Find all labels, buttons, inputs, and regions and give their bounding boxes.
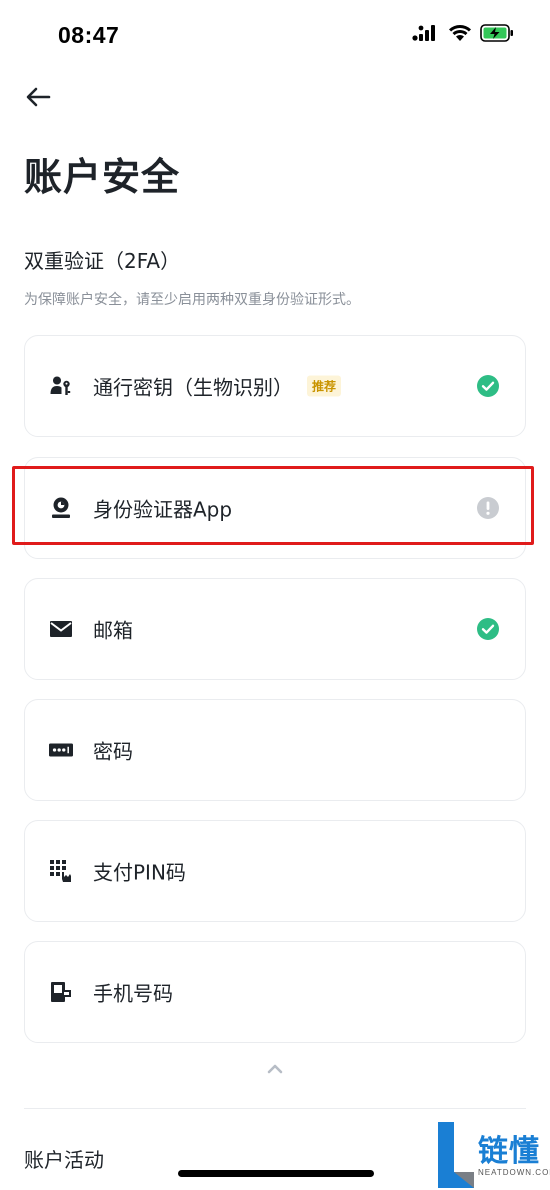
battery-charging-icon <box>480 24 513 42</box>
watermark-text: 链懂 <box>478 1134 540 1169</box>
twofa-item-email[interactable]: 邮箱 <box>24 578 526 680</box>
cellular-signal-icon <box>412 25 435 41</box>
home-indicator <box>178 1170 374 1177</box>
passkey-label: 通行密钥（生物识别） <box>93 375 293 400</box>
status-icons <box>412 24 514 42</box>
twofa-section-description: 为保障账户安全，请至少启用两种双重身份验证形式。 <box>24 292 360 308</box>
password-icon <box>49 738 73 762</box>
section-divider <box>24 1108 526 1109</box>
phone-icon <box>49 980 73 1004</box>
twofa-section-title: 双重验证（2FA） <box>24 249 181 273</box>
recommended-badge: 推荐 <box>307 375 342 397</box>
twofa-item-label: 手机号码 <box>93 981 173 1006</box>
twofa-item-label: 密码 <box>93 739 133 764</box>
check-circle-icon <box>477 618 499 640</box>
wifi-icon <box>449 25 471 41</box>
twofa-item-label: 邮箱 <box>93 618 133 643</box>
twofa-item-payment-pin[interactable]: 支付PIN码 <box>24 820 526 922</box>
account-activity-title[interactable]: 账户活动 <box>24 1144 104 1173</box>
passkey-icon <box>49 374 73 398</box>
authenticator-icon <box>49 496 73 520</box>
twofa-item-label: 身份验证器App <box>93 497 233 522</box>
watermark-subtext: NEATDOWN.COM <box>478 1168 550 1177</box>
twofa-item-label: 通行密钥（生物识别） 推荐 <box>93 372 342 401</box>
page-title: 账户安全 <box>24 155 181 199</box>
twofa-item-label: 支付PIN码 <box>93 860 186 885</box>
back-button[interactable] <box>22 82 54 112</box>
warning-circle-icon <box>477 497 499 519</box>
arrow-left-icon <box>26 87 51 107</box>
status-time: 08:47 <box>58 22 120 48</box>
chevron-up-icon[interactable] <box>265 1062 285 1076</box>
twofa-item-passkey[interactable]: 通行密钥（生物识别） 推荐 <box>24 335 526 437</box>
status-bar: 08:47 <box>0 0 550 70</box>
email-icon <box>49 617 73 641</box>
twofa-item-phone[interactable]: 手机号码 <box>24 941 526 1043</box>
check-circle-icon <box>477 375 499 397</box>
twofa-item-password[interactable]: 密码 <box>24 699 526 801</box>
pin-keypad-icon <box>49 859 73 883</box>
twofa-item-authenticator[interactable]: 身份验证器App <box>24 457 526 559</box>
